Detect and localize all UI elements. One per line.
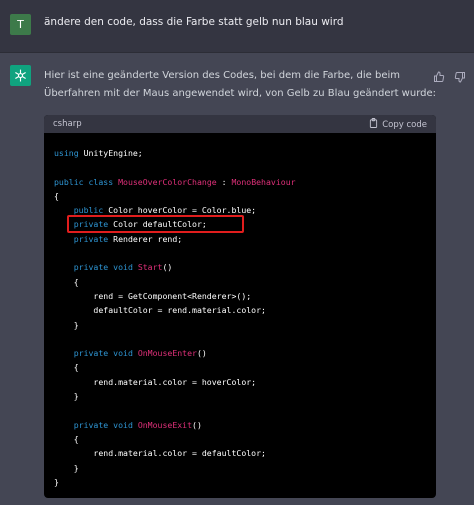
openai-logo-icon [10, 65, 31, 86]
feedback-actions [431, 68, 468, 87]
code-token: OnMouseEnter [137, 348, 197, 359]
code-token: private void [73, 419, 133, 430]
code-line: private Renderer rend; [54, 232, 436, 246]
code-line: } [54, 318, 436, 332]
code-token: () [192, 419, 202, 430]
code-token: private void [73, 348, 133, 359]
code-token: private [73, 233, 109, 244]
code-line: private void OnMouseExit() [54, 418, 436, 432]
code-line: private void OnMouseEnter() [54, 346, 436, 360]
code-token: { [54, 362, 79, 373]
code-content: using UnityEngine; public class MouseOver… [44, 133, 436, 489]
highlight-box [67, 215, 244, 233]
code-line: { [54, 275, 436, 289]
code-token: } [54, 391, 79, 402]
code-line: { [54, 360, 436, 374]
code-token: using [54, 148, 79, 158]
copy-code-button[interactable]: Copy code [369, 118, 427, 131]
code-token: MonoBehaviour [231, 176, 296, 187]
code-token: private void [73, 262, 133, 273]
code-token: () [162, 262, 173, 273]
code-line: } [54, 475, 436, 489]
user-message-row: T ändere den code, dass die Farbe statt … [0, 0, 474, 53]
code-line: rend = GetComponent<Renderer>(); [54, 289, 436, 303]
user-message-text: ändere den code, dass die Farbe statt ge… [44, 16, 344, 28]
assistant-message-text: Hier ist eine geänderte Version des Code… [44, 70, 437, 99]
code-token: { [54, 276, 79, 287]
code-token: : [216, 176, 232, 187]
code-token: UnityEngine; [78, 148, 143, 158]
code-line: using UnityEngine; [54, 146, 436, 160]
code-line: defaultColor = rend.material.color; [54, 303, 436, 317]
copy-code-label: Copy code [382, 119, 427, 130]
code-line: private void Start() [54, 260, 436, 274]
code-line: } [54, 461, 436, 475]
code-token: rend = GetComponent<Renderer>(); [54, 290, 252, 301]
code-token: { [54, 433, 79, 444]
code-token: MouseOverColorChange [118, 176, 217, 187]
code-block: csharp Copy code using UnityEngine; publi… [44, 115, 436, 498]
code-token: } [54, 462, 79, 473]
code-token: Start [137, 262, 163, 273]
code-line: } [54, 389, 436, 403]
user-avatar: T [10, 14, 31, 35]
code-token: Color hoverColor = Color.blue; [103, 205, 257, 216]
code-line: rend.material.color = defaultColor; [54, 446, 436, 460]
code-line: { [54, 189, 436, 203]
code-token: Renderer rend; [108, 233, 183, 244]
code-line: { [54, 432, 436, 446]
code-line: public class MouseOverColorChange : Mono… [54, 175, 436, 189]
thumbs-down-icon[interactable] [454, 68, 468, 83]
thumbs-up-icon[interactable] [433, 68, 447, 82]
code-token: } [54, 476, 59, 487]
code-token: public [73, 205, 104, 216]
code-line: rend.material.color = hoverColor; [54, 375, 436, 389]
code-token: rend.material.color = defaultColor; [54, 448, 266, 459]
code-header: csharp Copy code [44, 115, 436, 133]
code-language-label: csharp [53, 119, 82, 129]
code-token: () [196, 348, 207, 359]
clipboard-icon [369, 118, 378, 131]
code-token: { [54, 190, 59, 201]
code-token: OnMouseExit [137, 419, 193, 430]
code-token: defaultColor = rend.material.color; [54, 305, 266, 316]
code-token: rend.material.color = hoverColor; [54, 376, 257, 387]
code-token: } [54, 319, 79, 330]
code-token: public class [54, 176, 114, 187]
